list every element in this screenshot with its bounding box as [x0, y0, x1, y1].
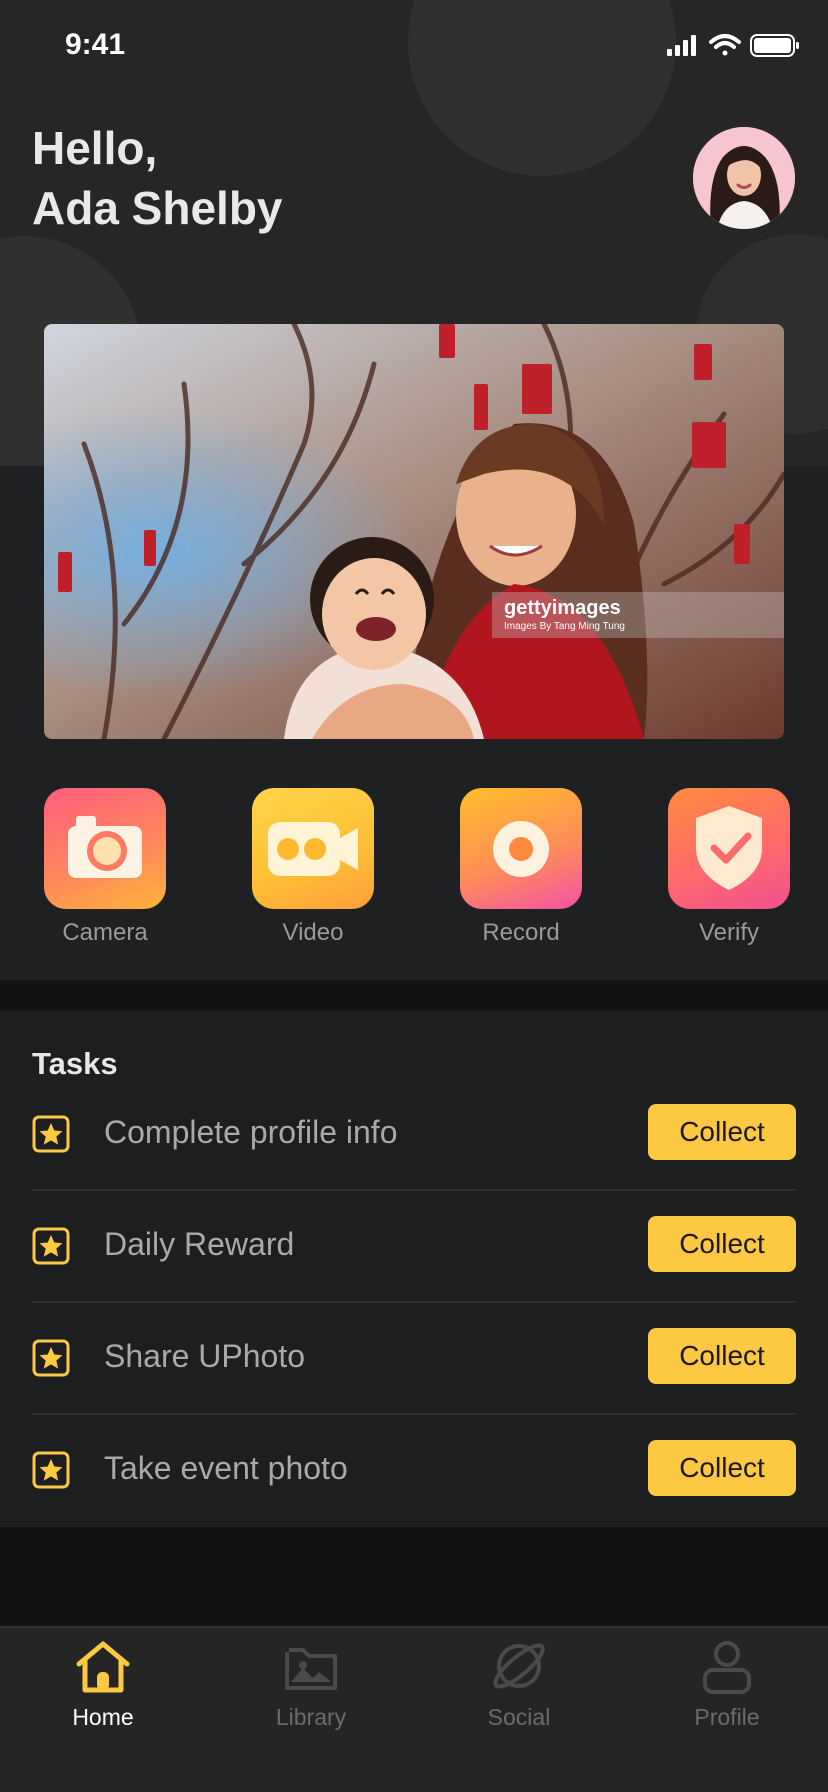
verify-tile[interactable]: [668, 788, 790, 909]
home-icon: [76, 1641, 130, 1693]
task-row: Take event photo Collect: [32, 1416, 796, 1528]
record-tile[interactable]: [460, 788, 582, 909]
action-label: Verify: [698, 919, 760, 946]
status-icons: [667, 34, 799, 57]
action-label: Video: [282, 919, 344, 946]
decorative-circle: [408, 0, 676, 176]
task-label: Daily Reward: [104, 1226, 295, 1262]
bottom-nav: Home Library Social Profile: [0, 1626, 828, 1792]
wifi-icon: [709, 34, 741, 56]
greeting: Hello, Ada Shelby: [32, 118, 283, 238]
nav-item-social[interactable]: Social: [439, 1628, 599, 1768]
task-row: Complete profile info Collect: [32, 1080, 796, 1192]
star-icon: [32, 1451, 70, 1489]
library-icon: [285, 1648, 337, 1690]
tasks-title: Tasks: [32, 1046, 118, 1081]
nav-item-library[interactable]: Library: [231, 1628, 391, 1768]
hero-image: [44, 324, 784, 739]
avatar[interactable]: [693, 127, 795, 229]
record-icon: [493, 821, 549, 877]
greeting-line: Hello,: [32, 122, 158, 174]
battery-icon: [750, 34, 799, 57]
nav-item-home[interactable]: Home: [23, 1628, 183, 1768]
action-label: Camera: [62, 919, 148, 946]
camera-tile[interactable]: [44, 788, 166, 909]
task-label: Take event photo: [104, 1450, 348, 1486]
nav-label: Library: [275, 1704, 347, 1730]
collect-button[interactable]: Collect: [648, 1440, 796, 1496]
watermark-credit: Images By Tang Ming Tung: [504, 621, 625, 632]
collect-button[interactable]: Collect: [648, 1328, 796, 1384]
action-video[interactable]: Video: [252, 788, 374, 947]
action-camera[interactable]: Camera: [44, 788, 166, 947]
camera-icon: [68, 816, 142, 878]
profile-icon: [703, 1641, 751, 1694]
shield-check-icon: [696, 806, 762, 890]
app-screen: 9:41 Hello, Ada Shelby gettyimages Image…: [0, 0, 828, 1792]
action-label: Record: [482, 919, 560, 946]
action-verify[interactable]: Verify: [668, 788, 790, 947]
nav-label: Profile: [694, 1704, 760, 1730]
task-row: Share UPhoto Collect: [32, 1304, 796, 1416]
star-icon: [32, 1227, 70, 1265]
planet-icon: [493, 1643, 545, 1689]
watermark-brand: gettyimages: [504, 597, 621, 619]
task-row: Daily Reward Collect: [32, 1192, 796, 1304]
divider: [32, 1413, 796, 1415]
hero-photo[interactable]: gettyimages Images By Tang Ming Tung: [44, 324, 784, 739]
divider: [32, 1301, 796, 1303]
nav-item-profile[interactable]: Profile: [647, 1628, 807, 1768]
task-label: Share UPhoto: [104, 1338, 306, 1374]
collect-button[interactable]: Collect: [648, 1216, 796, 1272]
nav-label: Social: [487, 1704, 551, 1730]
nav-label: Home: [72, 1704, 134, 1730]
collect-button[interactable]: Collect: [648, 1104, 796, 1160]
video-icon: [268, 822, 358, 876]
star-icon: [32, 1339, 70, 1377]
status-time: 9:41: [65, 28, 126, 61]
user-name: Ada Shelby: [32, 182, 283, 234]
task-label: Complete profile info: [104, 1114, 398, 1150]
watermark: gettyimages Images By Tang Ming Tung: [492, 592, 784, 638]
divider: [32, 1189, 796, 1191]
cellular-signal-icon: [667, 35, 696, 56]
star-icon: [32, 1115, 70, 1153]
video-tile[interactable]: [252, 788, 374, 909]
avatar-portrait: [693, 127, 795, 229]
action-record[interactable]: Record: [460, 788, 582, 947]
